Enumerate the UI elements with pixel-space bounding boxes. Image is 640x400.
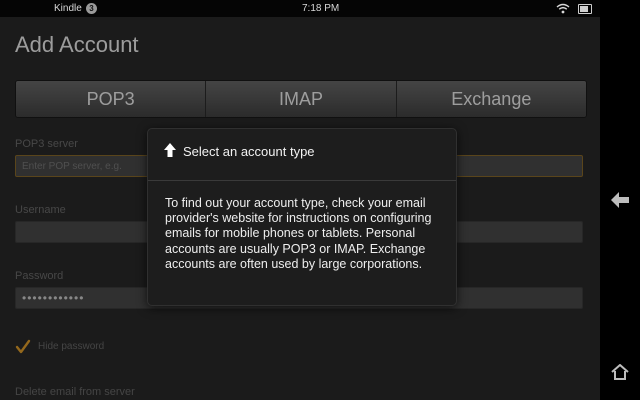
notification-badge[interactable]: 3 <box>86 3 97 14</box>
home-icon[interactable] <box>611 364 629 380</box>
popup-header: Select an account type <box>148 129 456 181</box>
battery-icon <box>578 4 592 14</box>
navigation-rail <box>600 0 640 400</box>
popup-body: To find out your account type, check you… <box>165 196 432 271</box>
device-name: Kindle <box>54 3 82 14</box>
clock: 7:18 PM <box>302 3 340 14</box>
popup-title: Select an account type <box>183 144 315 159</box>
back-arrow-icon[interactable] <box>611 192 629 208</box>
status-bar: Kindle 3 7:18 PM <box>0 0 600 17</box>
up-arrow-icon <box>164 143 176 157</box>
account-type-popup[interactable]: Select an account type To find out your … <box>147 128 457 306</box>
wifi-icon <box>556 3 570 14</box>
